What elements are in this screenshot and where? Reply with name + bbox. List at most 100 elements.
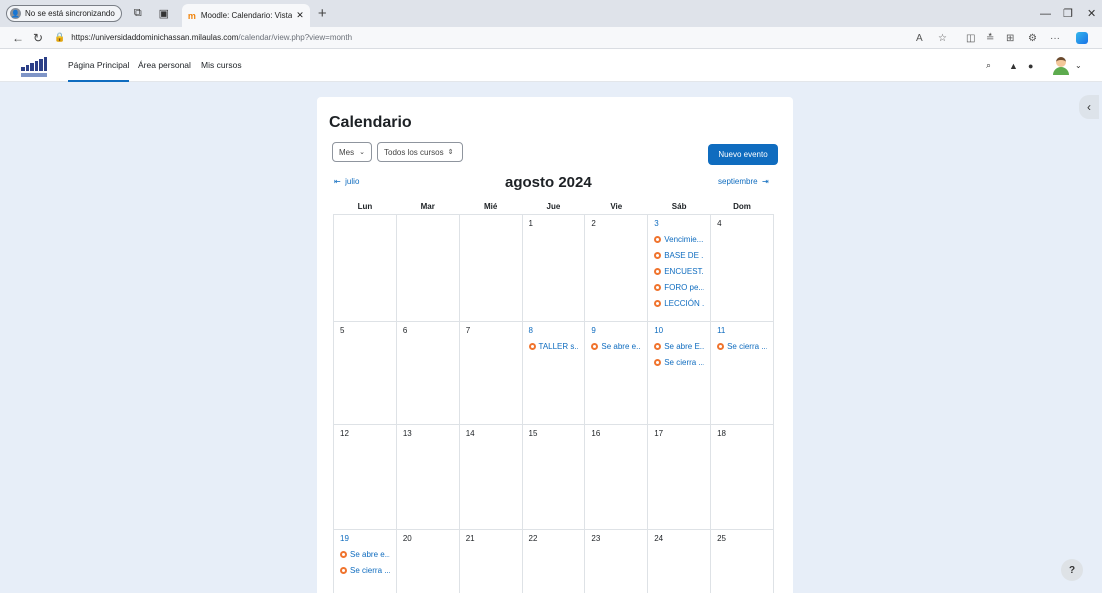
event-title: Se cierra ... [727,341,767,351]
day-number: 25 [717,533,726,543]
calendar-event-link[interactable]: Se cierra ... [340,564,390,577]
calendar-day-cell[interactable] [458,213,523,322]
view-select-value: Mes [339,147,355,157]
calendar-day-cell[interactable]: 15 [521,423,586,530]
calendar-event-link[interactable]: Se cierra ... [717,340,767,353]
calendar-event-link[interactable]: Vencimie... [654,233,704,246]
event-title: BASE DE ... [664,250,705,260]
calendar-day-cell[interactable]: 3 Vencimie... BASE DE ... ENCUEST... FORO pe… [647,213,712,322]
help-button[interactable]: ? [1061,559,1083,581]
calendar-day-cell[interactable]: 22 [521,528,586,593]
minimize-icon[interactable]: — [1040,0,1051,27]
close-tab-icon[interactable]: ✕ [296,10,304,21]
calendar-day-cell[interactable]: 6 [395,320,460,425]
copilot-icon[interactable] [1076,27,1088,49]
weekday-header: Mié [459,200,523,215]
day-number: 2 [591,218,596,228]
calendar-day-cell[interactable]: 18 [710,423,774,530]
refresh-icon[interactable]: ↻ [28,31,48,45]
read-aloud-icon[interactable]: A [916,27,923,49]
calendar-day-cell[interactable]: 1 [521,213,586,322]
day-number[interactable]: 3 [654,219,704,233]
calendar-event-link[interactable]: FORO pe... [654,281,704,294]
view-select[interactable]: Mes ⌄ [332,142,372,162]
day-number[interactable]: 8 [529,326,579,340]
url-field[interactable]: 🔒 https://universidaddominichassan.milau… [54,32,352,43]
profile-icon: 👤 [10,8,21,19]
day-number: 5 [340,325,345,335]
calendar-day-cell[interactable]: 5 [333,320,397,425]
calendar-event-link[interactable]: Se cierra ... [654,356,704,369]
calendar-event-link[interactable]: TALLER s... [528,340,578,353]
extensions-icon[interactable]: ⚙ [1028,27,1037,49]
calendar-day-cell[interactable] [333,213,397,322]
messages-icon[interactable]: ● [1028,49,1033,82]
more-menu-icon[interactable]: ··· [1050,27,1060,49]
profile-sync-button[interactable]: 👤 No se está sincronizando [6,5,122,22]
back-icon[interactable]: ← [8,31,28,45]
calendar-day-cell[interactable]: 17 [647,423,712,530]
calendar-event-link[interactable]: Se abre e... [591,340,641,353]
calendar-event-link[interactable]: BASE DE ... [654,249,704,262]
favorite-star-icon[interactable]: ☆ [938,27,947,49]
calendar-day-cell[interactable]: 9 Se abre e... [584,320,649,425]
calendar-day-cell[interactable]: 14 [458,423,523,530]
weekday-header: Sáb [647,200,711,215]
day-number[interactable]: 9 [591,326,641,340]
calendar-day-cell[interactable]: 12 [333,423,397,530]
close-window-icon[interactable]: ✕ [1087,0,1096,27]
calendar-day-cell[interactable]: 16 [584,423,649,530]
favorites-icon[interactable]: ≛ [986,27,994,49]
nav-dashboard[interactable]: Área personal [138,49,191,82]
split-screen-icon[interactable]: ◫ [966,27,975,49]
calendar-day-cell[interactable] [395,213,460,322]
calendar-event-link[interactable]: Se abre e... [340,548,390,561]
event-title: Se abre E... [664,341,705,351]
calendar-day-cell[interactable]: 2 [584,213,649,322]
calendar-day-cell[interactable]: 4 [710,213,774,322]
search-icon[interactable]: ⌕ [986,49,991,82]
calendar-event-link[interactable]: LECCIÓN ... [654,297,704,310]
calendar-day-cell[interactable]: 10 Se abre E... Se cierra ... [647,320,712,425]
event-icon [654,235,662,243]
day-number: 18 [717,428,726,438]
day-number: 22 [528,533,538,543]
restore-icon[interactable]: ❐ [1063,0,1073,27]
nav-my-courses[interactable]: Mis cursos [201,49,242,82]
calendar-day-cell[interactable]: 25 [710,528,774,593]
new-tab-button[interactable]: + [318,5,327,22]
day-number[interactable]: 10 [654,326,704,340]
nav-home[interactable]: Página Principal [68,49,130,82]
course-select[interactable]: Todos los cursos ⇕ [377,142,463,162]
event-icon [654,299,662,307]
calendar-day-cell[interactable]: 20 [395,528,460,593]
site-logo[interactable] [21,53,47,77]
calendar-day-cell[interactable]: 24 [647,528,712,593]
day-number[interactable]: 11 [717,326,767,340]
workspaces-icon[interactable]: ⧉ [128,4,148,24]
calendar-week-row: 1 2 3 Vencimie... BASE DE ... ENCUEST... FORO … [333,213,774,322]
collections-icon[interactable]: ⊞ [1006,27,1014,49]
sort-icon: ⇕ [447,149,454,156]
calendar-event-link[interactable]: Se abre E... [654,340,704,353]
notifications-icon[interactable]: ▲ [1009,49,1018,82]
calendar-month-table: Lun Mar Mié Jue Vie Sáb Dom 1 2 3 Vencimie.… [333,200,774,593]
calendar-day-cell[interactable]: 7 [458,320,523,425]
calendar-day-cell[interactable]: 11 Se cierra ... [710,320,774,425]
browser-tab-active[interactable]: m Moodle: Calendario: Vista mens… ✕ [181,4,310,27]
calendar-day-cell[interactable]: 23 [584,528,649,593]
prev-month-link[interactable]: ⇤ julio [334,177,359,186]
drawer-toggle-button[interactable]: ‹ [1079,95,1099,119]
day-number[interactable]: 19 [340,534,390,548]
calendar-day-cell[interactable]: 21 [458,528,523,593]
day-number [340,219,390,233]
calendar-event-link[interactable]: ENCUEST... [654,265,704,278]
chevron-left-icon: ‹ [1087,100,1091,114]
calendar-day-cell[interactable]: 8 TALLER s... [521,320,586,425]
calendar-day-cell[interactable]: 13 [395,423,460,530]
calendar-day-cell[interactable]: 19 Se abre e... Se cierra ... [333,528,397,593]
next-month-link[interactable]: septiembre ⇥ [718,177,769,186]
new-event-button[interactable]: Nuevo evento [708,144,778,165]
user-menu[interactable]: ⌄ [1053,49,1082,82]
tab-actions-icon[interactable]: ▣ [154,4,174,24]
